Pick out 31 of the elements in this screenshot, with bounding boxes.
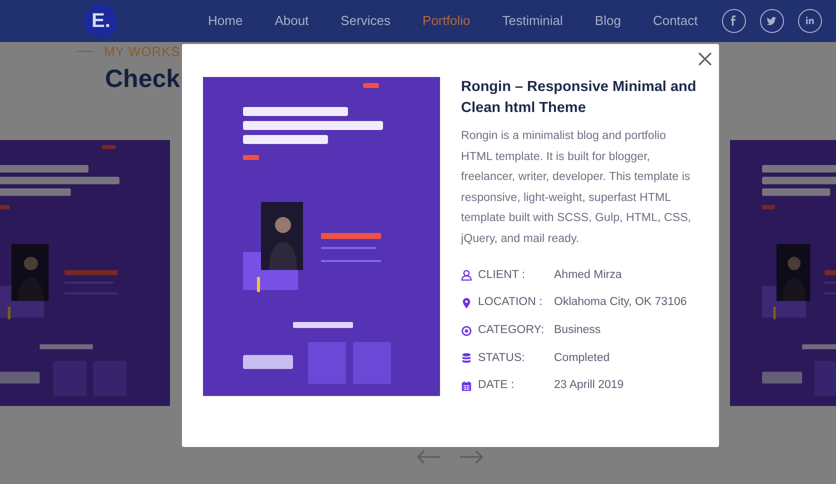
project-title: Rongin – Responsive Minimal and Clean html Theme (461, 78, 698, 118)
detail-label: CLIENT : (478, 268, 526, 283)
detail-value: Completed (554, 350, 610, 366)
detail-label: STATUS: (478, 350, 526, 366)
nav-link[interactable]: Testiminial (502, 11, 563, 31)
detail-value: Business (554, 322, 601, 338)
calendar-icon (461, 380, 472, 392)
nav-link[interactable]: Portfolio (422, 11, 470, 31)
linkedin-icon[interactable] (798, 9, 822, 33)
nav-link[interactable]: Home (208, 11, 243, 31)
nav-link[interactable]: Services (340, 11, 391, 31)
detail-value: Oklahoma City, OK 73106 (554, 295, 687, 310)
facebook-icon[interactable] (722, 9, 746, 33)
target-icon (461, 324, 472, 337)
detail-value: 23 Aprill 2019 (554, 378, 624, 394)
section-heading: Check (105, 67, 180, 92)
project-description: Rongin is a minimalist blog and portfolio HTML template. It is built for blogger, freelancer, writer, developer. This template is responsive, light-weight, superfast HTML template built with SCSS, Gulp, HTML, CSS, jQuery, and mail ready. (461, 128, 692, 247)
section-eyebrow: MY WORKS (104, 43, 180, 61)
logo[interactable]: E. (84, 4, 118, 38)
twitter-icon[interactable] (760, 9, 784, 33)
nav-link[interactable]: About (274, 11, 309, 31)
map-pin-icon (461, 296, 472, 309)
detail-label: CATEGORY: (478, 322, 546, 338)
nav-link[interactable]: Contact (652, 11, 698, 31)
nav-link[interactable]: Blog (594, 11, 621, 31)
close-icon[interactable] (698, 52, 712, 66)
user-icon (461, 269, 472, 282)
database-icon (461, 352, 472, 364)
detail-label: LOCATION : (478, 295, 544, 310)
detail-value: Ahmed Mirza (554, 268, 622, 283)
detail-label: DATE : (478, 378, 516, 394)
